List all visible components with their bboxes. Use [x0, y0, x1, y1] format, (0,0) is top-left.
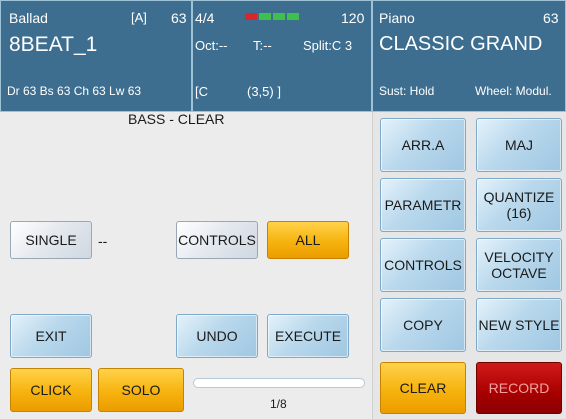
clear-button[interactable]: CLEAR — [380, 362, 466, 414]
quantize-value: (16) — [506, 205, 532, 221]
exit-button-label: EXIT — [35, 327, 67, 344]
page-indicator: 1/8 — [270, 397, 287, 411]
undo-button-label: UNDO — [196, 327, 238, 344]
beat-lamp-4 — [287, 13, 299, 20]
execute-button-label: EXECUTE — [274, 327, 342, 344]
new-style-button[interactable]: NEW STYLE — [476, 298, 562, 352]
beat-lamp-2 — [259, 13, 271, 20]
undo-button[interactable]: UNDO — [176, 314, 258, 358]
click-button[interactable]: CLICK — [10, 368, 92, 412]
split: Split:C 3 — [303, 38, 353, 53]
voice-title: CLASSIC GRAND — [379, 33, 543, 55]
status-panel: 4/4 120 Oct:-- T:-- Split:C 3 [C (3,5) ] — [192, 0, 372, 112]
arranger-screen: Ballad [A] 63 8BEAT_1 Dr 63 Bs 63 Ch 63 … — [0, 0, 566, 419]
controls-button[interactable]: CONTROLS — [380, 238, 466, 292]
octave-label: OCTAVE — [491, 265, 547, 281]
transpose: T:-- — [253, 38, 272, 53]
velocity-label: VELOCITY — [484, 248, 554, 265]
arranger-a-button[interactable]: ARR.A — [380, 118, 466, 172]
all-button-label: ALL — [295, 231, 321, 248]
voice-panel[interactable]: Piano 63 CLASSIC GRAND Sust: Hold Wheel:… — [372, 0, 566, 112]
beat-lamp-1 — [245, 13, 257, 20]
major-button[interactable]: MAJ — [476, 118, 562, 172]
style-channel-info: Dr 63 Bs 63 Ch 63 Lw 63 — [7, 84, 142, 98]
record-button[interactable]: RECORD — [476, 362, 562, 414]
velocity-octave-button[interactable]: VELOCITY OCTAVE — [476, 238, 562, 292]
tempo: 120 — [341, 10, 365, 26]
arranger-a-label: ARR.A — [401, 136, 445, 153]
single-button[interactable]: SINGLE — [10, 221, 92, 259]
clear-label: CLEAR — [399, 379, 447, 396]
parameter-button[interactable]: PARAMETR — [380, 178, 466, 232]
execute-button[interactable]: EXECUTE — [267, 314, 349, 358]
style-name: Ballad — [9, 10, 48, 26]
time-signature: 4/4 — [195, 10, 215, 26]
chord-right: (3,5) ] — [247, 84, 281, 99]
controls-filter-button[interactable]: CONTROLS — [176, 221, 258, 259]
controls-filter-label: CONTROLS — [178, 231, 256, 248]
octave: Oct:-- — [195, 38, 228, 53]
controls-label: CONTROLS — [384, 256, 462, 273]
style-title: 8BEAT_1 — [9, 33, 98, 56]
voice-category: Piano — [379, 10, 415, 26]
chord-left: [C — [195, 84, 208, 99]
single-button-label: SINGLE — [25, 231, 77, 248]
single-value: -- — [98, 233, 108, 249]
record-label: RECORD — [488, 379, 550, 396]
voice-number: 63 — [543, 10, 559, 26]
style-panel[interactable]: Ballad [A] 63 8BEAT_1 Dr 63 Bs 63 Ch 63 … — [0, 0, 192, 112]
beat-indicator — [245, 1, 305, 25]
parameter-label: PARAMETR — [384, 196, 462, 213]
wheel: Wheel: Modul. — [475, 84, 552, 98]
solo-button[interactable]: SOLO — [98, 368, 184, 412]
editor-title: BASS - CLEAR — [128, 111, 225, 127]
solo-button-label: SOLO — [121, 381, 161, 398]
measure-progress-bar[interactable] — [193, 378, 365, 388]
copy-button[interactable]: COPY — [380, 298, 466, 352]
exit-button[interactable]: EXIT — [10, 314, 92, 358]
copy-label: COPY — [403, 316, 443, 333]
style-number: 63 — [171, 10, 187, 26]
style-variation: [A] — [131, 10, 147, 25]
all-button[interactable]: ALL — [267, 221, 349, 259]
new-style-label: NEW STYLE — [478, 316, 560, 333]
beat-lamp-3 — [273, 13, 285, 20]
major-label: MAJ — [505, 136, 533, 153]
click-button-label: CLICK — [30, 381, 72, 398]
quantize-label: QUANTIZE — [483, 188, 555, 205]
quantize-button[interactable]: QUANTIZE (16) — [476, 178, 562, 232]
sustain: Sust: Hold — [379, 84, 435, 98]
